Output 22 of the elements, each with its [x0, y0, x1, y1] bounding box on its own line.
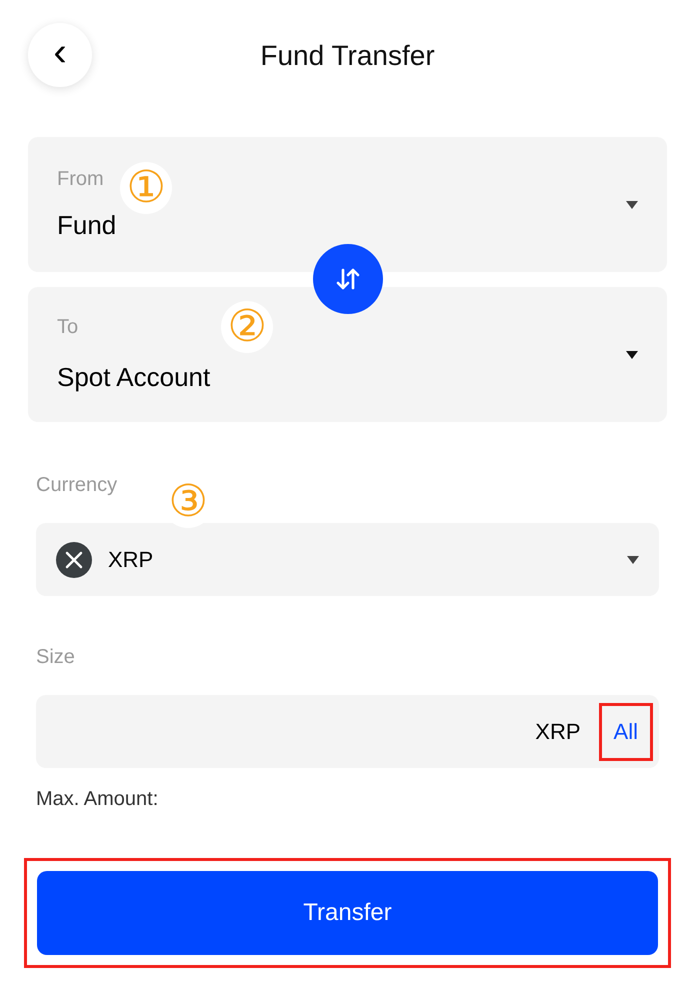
from-value: Fund	[57, 209, 116, 242]
caret-icon	[626, 350, 638, 358]
transfer-button[interactable]: Transfer	[37, 871, 658, 955]
to-label: To	[57, 315, 80, 340]
from-select[interactable]: From Fund ①	[28, 137, 667, 272]
from-label: From	[57, 167, 105, 192]
caret-icon	[626, 200, 638, 208]
max-amount-label: Max. Amount:	[36, 787, 160, 812]
all-button[interactable]: All	[598, 702, 653, 760]
size-label: Size	[36, 645, 76, 670]
currency-select[interactable]: XRP	[36, 523, 659, 596]
to-select[interactable]: To Spot Account ②	[28, 287, 667, 422]
caret-icon	[627, 556, 639, 564]
back-button[interactable]: ‹	[28, 23, 92, 87]
unit-label: XRP	[535, 718, 581, 746]
to-value: Spot Account	[57, 361, 210, 394]
currency-value: XRP	[108, 546, 154, 574]
coin-icon	[56, 542, 92, 578]
step-marker: ①	[120, 162, 172, 214]
size-field[interactable]: XRP All	[36, 695, 659, 768]
page-title: Fund Transfer	[260, 39, 435, 73]
step-marker: ②	[221, 301, 273, 353]
